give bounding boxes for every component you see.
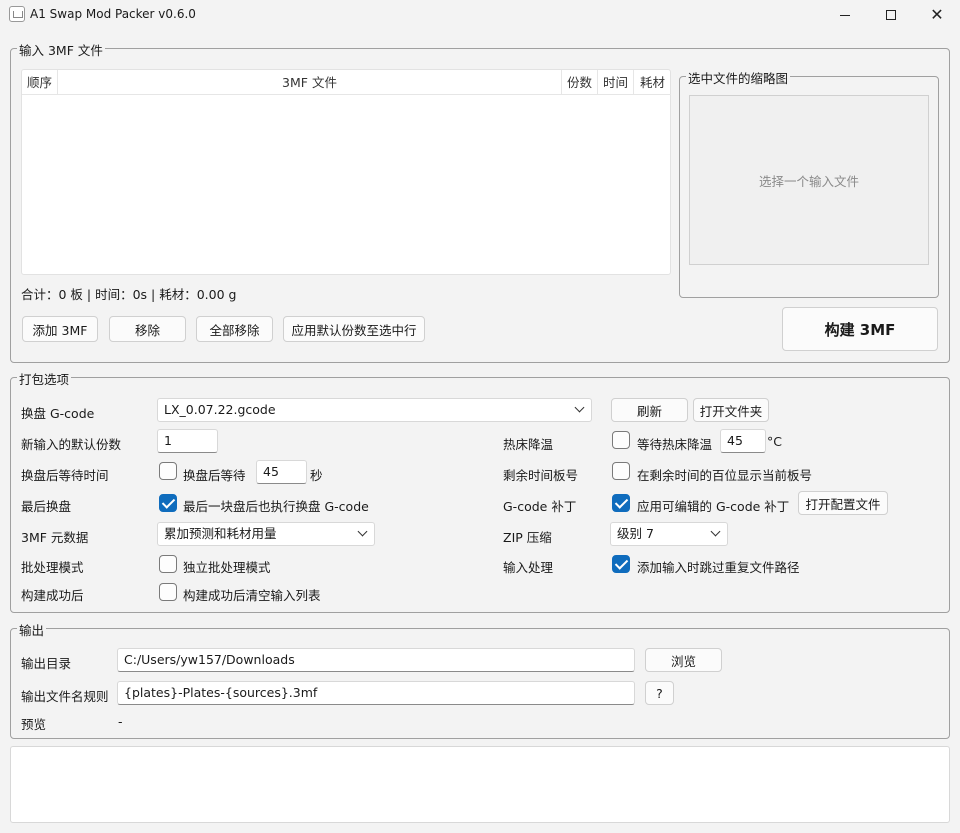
swap-gcode-label: 换盘 G-code — [21, 406, 95, 421]
bed-temp-input[interactable]: 45 — [720, 429, 766, 453]
last-swap-label: 最后换盘 — [21, 499, 72, 514]
zip-level-value: 级别 7 — [617, 526, 654, 541]
thumbnail-preview: 选择一个输入文件 — [689, 95, 929, 265]
log-output[interactable] — [10, 746, 950, 823]
remove-all-button[interactable]: 全部移除 — [196, 316, 273, 342]
swap-gcode-select[interactable]: LX_0.07.22.gcode — [157, 398, 592, 422]
default-copies-input[interactable]: 1 — [157, 429, 218, 453]
chevron-down-icon — [710, 526, 721, 537]
wait-bed-cooling-checkbox[interactable] — [612, 431, 630, 449]
output-filename-label: 输出文件名规则 — [21, 689, 109, 704]
clear-after-build-text: 构建成功后清空输入列表 — [183, 588, 321, 603]
wait-seconds-unit: 秒 — [310, 468, 323, 483]
output-filename-input[interactable]: {plates}-Plates-{sources}.3mf — [117, 681, 635, 705]
thumbnail-legend: 选中文件的缩略图 — [686, 68, 791, 87]
skip-duplicates-text: 添加输入时跳过重复文件路径 — [637, 560, 800, 575]
wait-after-swap-text: 换盘后等待 — [183, 468, 246, 483]
batch-mode-text: 独立批处理模式 — [183, 560, 271, 575]
last-swap-text: 最后一块盘后也执行换盘 G-code — [183, 499, 369, 514]
metadata-select[interactable]: 累加预测和耗材用量 — [157, 522, 375, 546]
filename-help-button[interactable]: ? — [645, 681, 674, 705]
zip-level-select[interactable]: 级别 7 — [610, 522, 728, 546]
after-build-label: 构建成功后 — [21, 588, 84, 603]
minimize-icon — [840, 14, 850, 16]
open-config-button[interactable]: 打开配置文件 — [798, 491, 888, 515]
gcode-patch-text: 应用可编辑的 G-code 补丁 — [637, 499, 790, 514]
output-legend: 输出 — [17, 620, 47, 639]
metadata-label: 3MF 元数据 — [21, 530, 89, 545]
window-title: A1 Swap Mod Packer v0.6.0 — [30, 7, 196, 21]
gcode-patch-checkbox[interactable] — [612, 494, 630, 512]
column-header-time[interactable]: 时间 — [598, 70, 634, 95]
input-summary: 合计：0 板 | 时间：0s | 耗材：0.00 g — [21, 287, 237, 302]
output-dir-input[interactable]: C:/Users/yw157/Downloads — [117, 648, 635, 672]
app-icon — [9, 6, 25, 22]
zip-label: ZIP 压缩 — [503, 530, 552, 545]
thumbnail-placeholder: 选择一个输入文件 — [758, 173, 859, 189]
remaining-time-label: 剩余时间板号 — [503, 468, 579, 483]
bed-cooling-label: 热床降温 — [503, 437, 554, 452]
last-swap-checkbox[interactable] — [159, 494, 177, 512]
remaining-time-text: 在剩余时间的百位显示当前板号 — [637, 468, 813, 483]
input-group-legend: 输入 3MF 文件 — [17, 40, 105, 59]
wait-bed-cooling-text: 等待热床降温 — [637, 437, 713, 452]
wait-seconds-input[interactable]: 45 — [256, 460, 307, 484]
clear-after-build-checkbox[interactable] — [159, 583, 177, 601]
wait-after-swap-checkbox[interactable] — [159, 462, 177, 480]
close-icon: ✕ — [930, 5, 944, 24]
bed-temp-unit: °C — [767, 434, 782, 449]
preview-value: - — [118, 714, 123, 729]
column-header-filament[interactable]: 耗材 — [634, 70, 671, 95]
open-folder-button[interactable]: 打开文件夹 — [693, 398, 769, 422]
add-3mf-button[interactable]: 添加 3MF — [22, 316, 98, 342]
batch-mode-checkbox[interactable] — [159, 555, 177, 573]
input-processing-label: 输入处理 — [503, 560, 554, 575]
column-header-copies[interactable]: 份数 — [562, 70, 598, 95]
swap-gcode-value: LX_0.07.22.gcode — [164, 402, 276, 417]
minimize-button[interactable] — [822, 0, 868, 30]
remaining-time-checkbox[interactable] — [612, 462, 630, 480]
skip-duplicates-checkbox[interactable] — [612, 555, 630, 573]
column-header-order[interactable]: 顺序 — [22, 70, 58, 95]
wait-after-swap-label: 换盘后等待时间 — [21, 468, 109, 483]
close-button[interactable]: ✕ — [914, 0, 960, 30]
build-3mf-button[interactable]: 构建 3MF — [782, 307, 938, 351]
apply-default-copies-button[interactable]: 应用默认份数至选中行 — [283, 316, 425, 342]
maximize-button[interactable] — [868, 0, 914, 30]
input-file-table[interactable]: 顺序 3MF 文件 份数 时间 耗材 — [21, 69, 671, 275]
column-header-file[interactable]: 3MF 文件 — [58, 70, 562, 95]
refresh-button[interactable]: 刷新 — [611, 398, 688, 422]
batch-label: 批处理模式 — [21, 560, 84, 575]
output-dir-label: 输出目录 — [21, 656, 72, 671]
default-copies-label: 新输入的默认份数 — [21, 437, 122, 452]
maximize-icon — [886, 10, 896, 20]
chevron-down-icon — [574, 402, 585, 413]
preview-label: 预览 — [21, 717, 47, 732]
browse-button[interactable]: 浏览 — [645, 648, 722, 672]
pack-options-legend: 打包选项 — [17, 369, 72, 388]
gcode-patch-label: G-code 补丁 — [503, 499, 577, 514]
chevron-down-icon — [357, 526, 368, 537]
metadata-value: 累加预测和耗材用量 — [164, 526, 277, 541]
remove-button[interactable]: 移除 — [109, 316, 186, 342]
